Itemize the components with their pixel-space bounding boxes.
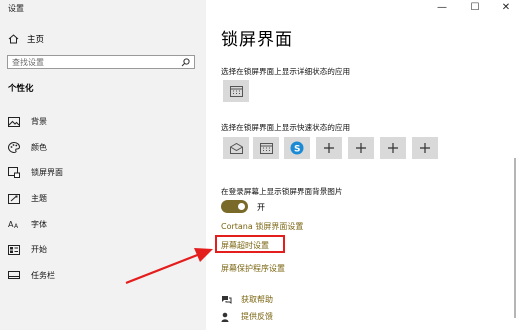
annotation-arrow: [125, 248, 213, 285]
arrow-shaft: [125, 252, 201, 285]
